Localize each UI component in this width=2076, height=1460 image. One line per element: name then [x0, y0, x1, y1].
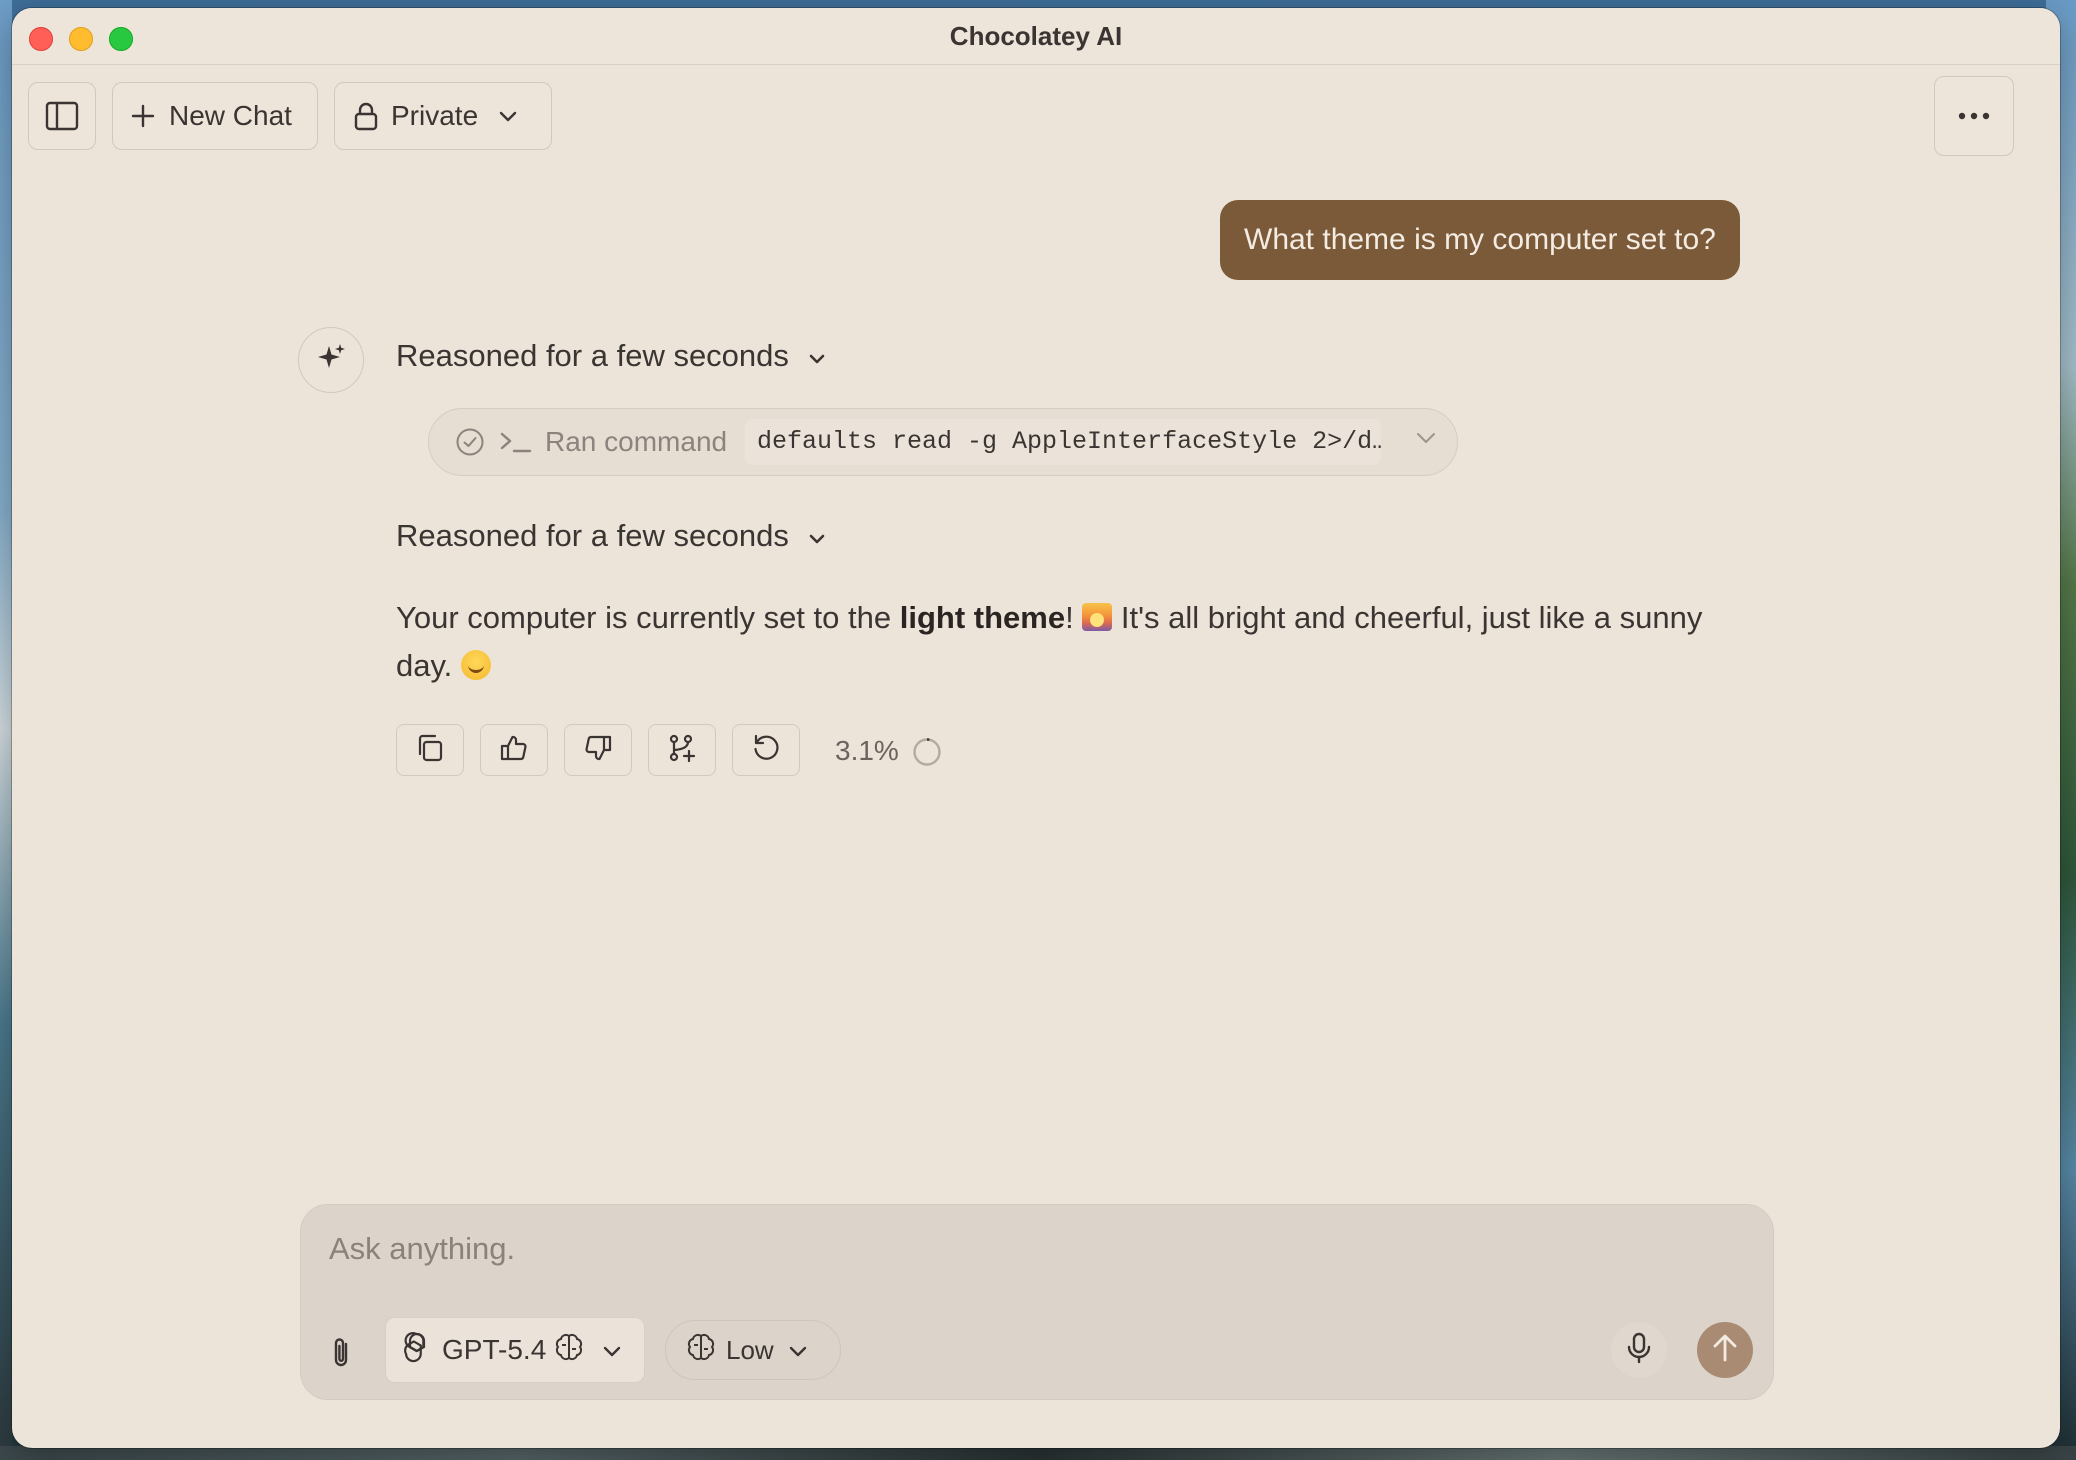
new-chat-label: New Chat	[169, 100, 292, 131]
model-name: GPT-5.4	[442, 1334, 547, 1365]
new-chat-button[interactable]: New Chat	[112, 82, 318, 150]
chevron-down-icon	[602, 1334, 622, 1366]
sparkle-icon	[314, 341, 348, 380]
chevron-down-icon	[807, 338, 827, 374]
openai-icon	[400, 1330, 434, 1371]
assistant-answer: Your computer is currently set to the li…	[396, 594, 1756, 690]
toggle-sidebar-button[interactable]	[28, 82, 96, 150]
reasoning-effort-label: Low	[726, 1334, 774, 1365]
assistant-avatar	[298, 327, 364, 393]
tool-call-label: Ran command	[545, 426, 728, 457]
reasoning-toggle-2[interactable]: Reasoned for a few seconds	[396, 518, 827, 554]
answer-text-1: Your computer is currently set to the	[396, 600, 900, 635]
thumbs-down-icon	[583, 733, 613, 768]
brain-icon	[686, 1332, 716, 1369]
more-options-button[interactable]	[1934, 76, 2014, 156]
plus-icon	[131, 104, 155, 128]
answer-bold-text: light theme	[899, 600, 1066, 635]
paperclip-icon	[334, 1338, 348, 1367]
send-button[interactable]	[1697, 1322, 1753, 1378]
brain-icon	[554, 1332, 584, 1369]
lock-icon	[353, 101, 379, 131]
branch-button[interactable]	[648, 724, 716, 776]
app-window: Chocolatey AI New Chat Private What them…	[12, 8, 2060, 1448]
chevron-down-icon	[1415, 431, 1437, 450]
dislike-button[interactable]	[564, 724, 632, 776]
sidebar-toggle-icon	[45, 101, 79, 131]
privacy-mode-label: Private	[391, 100, 479, 131]
reasoning-label-1: Reasoned for a few seconds	[396, 338, 789, 373]
reasoning-label-2: Reasoned for a few seconds	[396, 518, 789, 553]
chevron-down-icon	[807, 518, 827, 554]
desktop-wallpaper-left	[0, 0, 12, 1460]
like-button[interactable]	[480, 724, 548, 776]
chevron-down-icon	[498, 109, 518, 123]
ellipsis-icon	[1958, 112, 1990, 120]
retry-button[interactable]	[732, 724, 800, 776]
smile-emoji-icon	[460, 650, 491, 680]
copy-button[interactable]	[396, 724, 464, 776]
arrow-up-icon	[1710, 1332, 1740, 1369]
privacy-mode-dropdown[interactable]: Private	[334, 82, 552, 150]
tool-call-command: defaults read -g AppleInterfaceStyle 2>/…	[745, 419, 1381, 465]
thumbs-up-icon	[499, 733, 529, 768]
reasoning-effort-selector[interactable]: Low	[665, 1320, 841, 1380]
context-usage-ring-icon	[912, 737, 942, 772]
answer-text-2: !	[1065, 600, 1083, 635]
terminal-icon	[499, 427, 533, 462]
microphone-icon	[1626, 1332, 1652, 1369]
title-bar: Chocolatey AI	[12, 8, 2060, 65]
check-circle-icon	[455, 427, 485, 462]
sunrise-emoji-icon	[1082, 603, 1113, 631]
voice-input-button[interactable]	[1611, 1322, 1667, 1378]
copy-icon	[415, 733, 445, 768]
message-input[interactable]	[327, 1223, 1731, 1275]
user-message-bubble: What theme is my computer set to?	[1220, 200, 1740, 280]
reasoning-toggle-1[interactable]: Reasoned for a few seconds	[396, 338, 827, 374]
window-title: Chocolatey AI	[949, 21, 1123, 51]
desktop-wallpaper-bottom	[0, 1446, 2076, 1460]
retry-icon	[751, 733, 781, 768]
context-usage-text: 3.1%	[835, 735, 899, 766]
chevron-down-icon	[788, 1335, 808, 1366]
tool-call-pill[interactable]: Ran command defaults read -g AppleInterf…	[428, 408, 1458, 476]
message-composer: GPT-5.4 Low	[300, 1204, 1774, 1400]
attach-file-button[interactable]	[327, 1335, 355, 1376]
model-selector[interactable]: GPT-5.4	[385, 1317, 645, 1383]
branch-icon	[667, 733, 697, 768]
